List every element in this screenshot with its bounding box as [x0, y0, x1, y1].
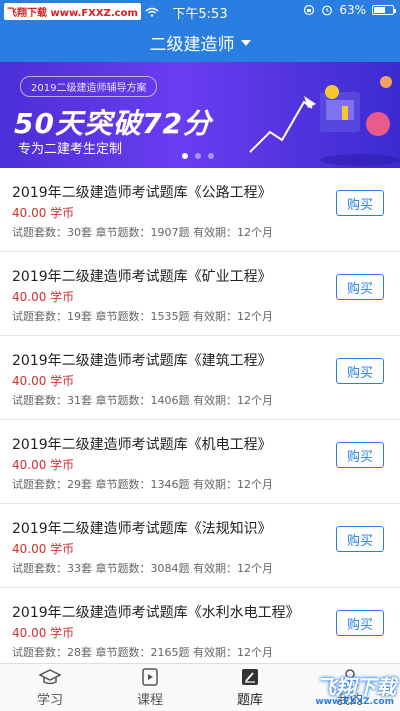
- buy-button[interactable]: 购买: [336, 526, 384, 552]
- course-price: 40.00 学币: [12, 374, 75, 388]
- course-item[interactable]: 2019年二级建造师考试题库《机电工程》 40.00 学币 试题套数：29套 章…: [0, 420, 400, 504]
- tab-study[interactable]: 学习: [0, 664, 100, 711]
- carousel-dot[interactable]: [182, 153, 188, 159]
- graduation-cap-icon: [39, 669, 61, 685]
- course-meta: 试题套数：31套 章节题数：1406题 有效期：12个月: [12, 394, 273, 407]
- course-title: 2019年二级建造师考试题库《法规知识》: [12, 521, 272, 537]
- carousel-dots: [182, 153, 214, 159]
- category-selector[interactable]: 二级建造师: [0, 22, 400, 62]
- course-meta: 试题套数：29套 章节题数：1346题 有效期：12个月: [12, 478, 273, 491]
- caret-down-icon: [240, 40, 251, 46]
- tab-label: 学习: [36, 693, 63, 708]
- course-price: 40.00 学币: [12, 542, 75, 556]
- course-title: 2019年二级建造师考试题库《水利水电工程》: [12, 605, 300, 621]
- course-item[interactable]: 2019年二级建造师考试题库《建筑工程》 40.00 学币 试题套数：31套 章…: [0, 336, 400, 420]
- watermark-main-text: 飞翔下载: [316, 675, 396, 699]
- tab-label: 课程: [136, 693, 163, 708]
- pen-edit-icon: [242, 669, 258, 685]
- promo-banner[interactable]: 2019二级建造师辅导方案 50天突破72分 专为二建考生定制: [0, 62, 400, 168]
- status-right: 63%: [303, 3, 396, 17]
- course-meta: 试题套数：30套 章节题数：1907题 有效期：12个月: [12, 226, 273, 239]
- tab-courses[interactable]: 课程: [100, 664, 200, 711]
- buy-button[interactable]: 购买: [336, 358, 384, 384]
- status-bar: 飞翔下载 www.FXXZ.com 下午5:53 63%: [0, 0, 400, 22]
- banner-decoration-illustration: [249, 76, 400, 166]
- course-meta: 试题套数：33套 章节题数：3084题 有效期：12个月: [12, 562, 273, 575]
- watermark-url: www.FXXZ.com: [315, 697, 394, 707]
- course-meta: 试题套数：28套 章节题数：2165题 有效期：12个月: [12, 646, 273, 659]
- lock-rotation-icon: [304, 4, 315, 16]
- course-title: 2019年二级建造师考试题库《公路工程》: [12, 185, 272, 201]
- course-item[interactable]: 2019年二级建造师考试题库《公路工程》 40.00 学币 试题套数：30套 章…: [0, 168, 400, 252]
- buy-button[interactable]: 购买: [336, 274, 384, 300]
- battery-percent: 63%: [339, 3, 366, 17]
- course-list: 2019年二级建造师考试题库《公路工程》 40.00 学币 试题套数：30套 章…: [0, 168, 400, 663]
- course-item[interactable]: 2019年二级建造师考试题库《法规知识》 40.00 学币 试题套数：33套 章…: [0, 504, 400, 588]
- battery-icon: [372, 5, 396, 15]
- course-title: 2019年二级建造师考试题库《建筑工程》: [12, 353, 272, 369]
- page-title: 二级建造师: [149, 34, 235, 55]
- carousel-dot[interactable]: [195, 153, 201, 159]
- buy-button[interactable]: 购买: [336, 610, 384, 636]
- banner-headline: 50天突破72分: [14, 107, 212, 140]
- play-document-icon: [142, 668, 158, 686]
- buy-button[interactable]: 购买: [336, 190, 384, 216]
- tab-question-bank[interactable]: 题库: [200, 664, 300, 711]
- course-price: 40.00 学币: [12, 206, 75, 220]
- course-item[interactable]: 2019年二级建造师考试题库《矿业工程》 40.00 学币 试题套数：19套 章…: [0, 252, 400, 336]
- course-item[interactable]: 2019年二级建造师考试题库《水利水电工程》 40.00 学币 试题套数：28套…: [0, 588, 400, 663]
- course-meta: 试题套数：19套 章节题数：1535题 有效期：12个月: [12, 310, 273, 323]
- course-price: 40.00 学币: [12, 290, 75, 304]
- course-price: 40.00 学币: [12, 458, 75, 472]
- buy-button[interactable]: 购买: [336, 442, 384, 468]
- alarm-icon: [322, 5, 333, 16]
- banner-subtitle: 专为二建考生定制: [18, 142, 123, 157]
- course-price: 40.00 学币: [12, 626, 75, 640]
- carousel-dot[interactable]: [208, 153, 214, 159]
- course-title: 2019年二级建造师考试题库《机电工程》: [12, 437, 272, 453]
- course-title: 2019年二级建造师考试题库《矿业工程》: [12, 269, 272, 285]
- watermark-bottom-right: 飞翔下载 www.FXXZ.com: [300, 671, 396, 707]
- banner-tag: 2019二级建造师辅导方案: [20, 76, 158, 97]
- tab-label: 题库: [236, 693, 263, 708]
